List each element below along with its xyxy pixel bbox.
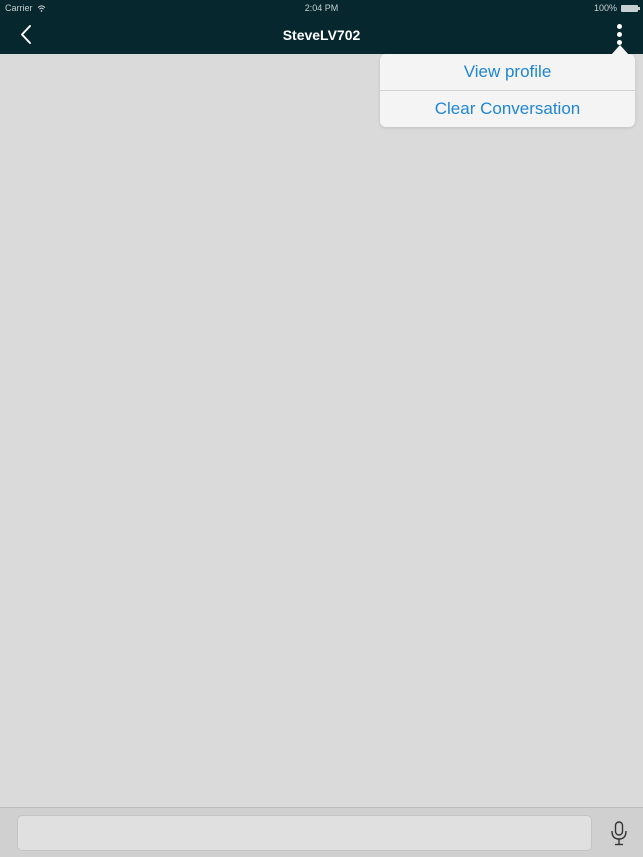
message-input[interactable] [17, 815, 592, 851]
menu-arrow [611, 45, 629, 55]
view-profile-menu-item[interactable]: View profile [380, 54, 635, 90]
options-menu: View profile Clear Conversation [380, 45, 635, 127]
status-bar: Carrier 2:04 PM 100% [0, 0, 643, 16]
status-battery: 100% [593, 3, 640, 13]
vertical-ellipsis-icon [617, 24, 622, 29]
microphone-button[interactable] [608, 820, 630, 848]
chat-screen: Carrier 2:04 PM 100% SteveLV702 View pro… [0, 0, 643, 857]
compose-bar [0, 807, 643, 857]
battery-icon [621, 4, 640, 12]
ellipsis-dot [617, 32, 622, 37]
status-time: 2:04 PM [304, 3, 339, 13]
navigation-bar: Carrier 2:04 PM 100% SteveLV702 [0, 0, 643, 54]
battery-percent: 100% [593, 3, 617, 13]
conversation-title: SteveLV702 [282, 27, 361, 43]
microphone-icon [611, 821, 627, 846]
clear-conversation-menu-item[interactable]: Clear Conversation [380, 91, 635, 127]
